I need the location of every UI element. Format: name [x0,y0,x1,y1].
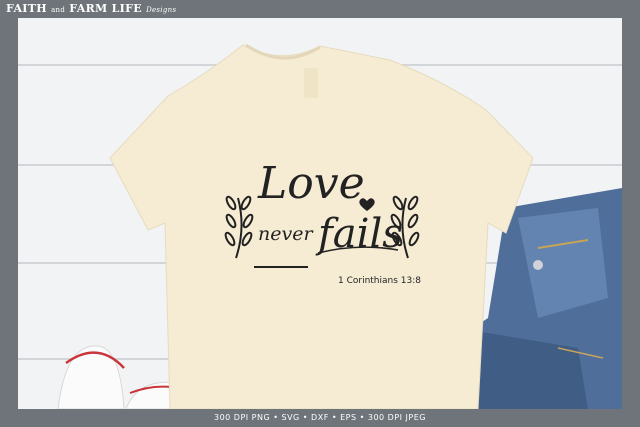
design-word-never: never [258,223,313,245]
brand-and: and [51,6,66,14]
design-word-love: Love [258,158,365,209]
brand-farm-life: FARM LIFE [69,2,142,15]
design-verse: 1 Corinthians 13:8 [338,276,421,286]
button-rivet [533,260,543,270]
design-word-fails: fails [318,211,403,257]
brand-faith: FAITH [6,2,47,15]
tag-label [304,68,318,98]
product-photo: Love never fails 1 Corinthians 13:8 [18,18,622,409]
image-frame: Love never fails 1 Corinthians 13:8 FAIT… [0,0,640,427]
brand-designs: Designs [146,6,177,14]
file-formats-footer: 300 DPI PNG • SVG • DXF • EPS • 300 DPI … [213,413,426,422]
brand-logo: FAITH and FARM LIFE Designs [0,0,185,18]
